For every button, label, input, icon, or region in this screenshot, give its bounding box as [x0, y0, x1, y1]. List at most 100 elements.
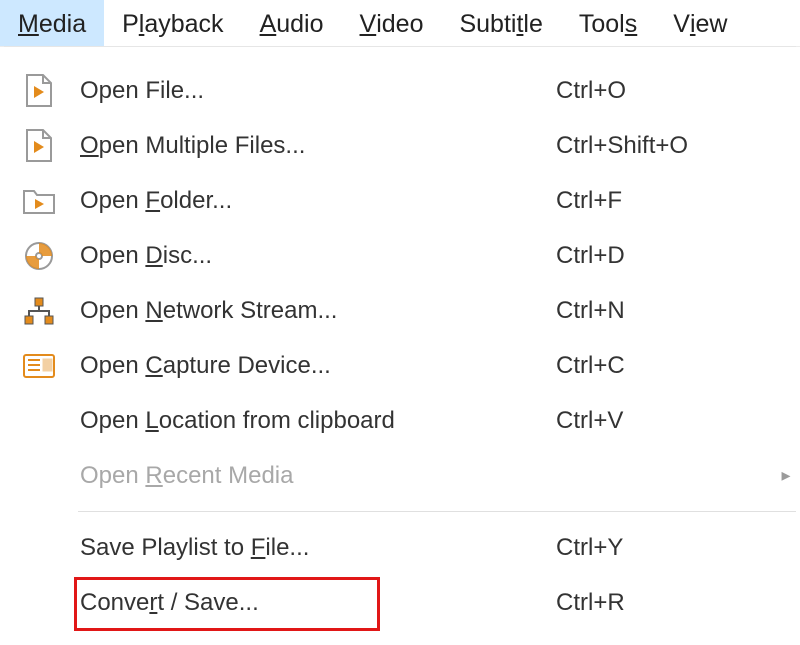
menu-item-shortcut: Ctrl+D: [556, 242, 776, 270]
menubar-item-video[interactable]: Video: [342, 0, 442, 46]
menu-item-label-pre: Open: [80, 242, 145, 269]
menu-item-label: Open File...: [74, 77, 556, 105]
menu-item-label-pre: Open: [80, 187, 145, 214]
menubar-item-playback[interactable]: Playback: [104, 0, 241, 46]
menu-item-label-mnemonic: N: [145, 297, 162, 324]
menubar-item-post: ayback: [144, 10, 223, 39]
menubar-item-mnemonic: t: [516, 10, 523, 39]
file-play-icon: [24, 74, 54, 108]
no-icon: [24, 461, 54, 491]
menubar: MediaPlaybackAudioVideoSubtitleToolsView: [0, 0, 800, 47]
menu-item-label-post: older...: [160, 187, 232, 214]
menubar-item-post: ew: [696, 10, 728, 39]
menu-item-label-mnemonic: R: [145, 462, 162, 489]
menu-item-icon-cell: [4, 129, 74, 163]
network-icon: [22, 296, 56, 326]
menu-item-icon-cell: [4, 588, 74, 618]
menubar-item-post: edia: [39, 10, 86, 39]
menubar-item-audio[interactable]: Audio: [242, 0, 342, 46]
menu-item-shortcut: Ctrl+F: [556, 187, 776, 215]
menu-item-label-pre: Open: [80, 462, 145, 489]
menu-item-label-pre: Open File...: [80, 77, 204, 104]
menu-item-label-mnemonic: F: [145, 187, 160, 214]
menu-item-label-mnemonic: L: [145, 407, 158, 434]
menubar-item-tools[interactable]: Tools: [561, 0, 655, 46]
menu-item-label-post: pen Multiple Files...: [99, 132, 306, 159]
no-icon: [24, 406, 54, 436]
menu-item-label-post: t / Save...: [157, 589, 258, 616]
folder-play-icon: [22, 187, 56, 215]
menu-item-open-recent-media: Open Recent Media ▸: [4, 448, 796, 503]
menu-item-label: Convert / Save...: [74, 589, 556, 617]
menu-item-shortcut: Ctrl+C: [556, 352, 776, 380]
no-icon: [24, 588, 54, 618]
menu-item-shortcut: Ctrl+R: [556, 589, 776, 617]
menu-item-icon-cell: [4, 296, 74, 326]
menu-item-shortcut: Ctrl+O: [556, 77, 776, 105]
menu-item-open-location-from-clipboard[interactable]: Open Location from clipboardCtrl+V: [4, 393, 796, 448]
menubar-item-subtitle[interactable]: Subtitle: [441, 0, 560, 46]
menu-item-icon-cell: [4, 461, 74, 491]
menu-item-icon-cell: [4, 533, 74, 563]
menubar-item-pre: Tool: [579, 10, 625, 39]
menu-item-label-mnemonic: F: [251, 534, 266, 561]
menubar-item-pre: V: [673, 10, 690, 39]
menu-item-icon-cell: [4, 74, 74, 108]
menubar-item-post: ideo: [376, 10, 423, 39]
menubar-item-mnemonic: s: [625, 10, 638, 39]
menu-item-label: Open Folder...: [74, 187, 556, 215]
menu-item-label-pre: Save Playlist to: [80, 534, 251, 561]
menu-item-open-multiple-files[interactable]: Open Multiple Files...Ctrl+Shift+O: [4, 118, 796, 173]
menubar-item-media[interactable]: Media: [0, 0, 104, 46]
menu-item-open-network-stream[interactable]: Open Network Stream...Ctrl+N: [4, 283, 796, 338]
menu-item-label: Open Capture Device...: [74, 352, 556, 380]
menu-item-open-file[interactable]: Open File... Ctrl+O: [4, 63, 796, 118]
menu-item-label: Open Location from clipboard: [74, 407, 556, 435]
menu-item-label-mnemonic: D: [145, 242, 162, 269]
menu-item-convert-save[interactable]: Convert / Save...Ctrl+R: [4, 575, 796, 630]
menu-item-icon-cell: [4, 240, 74, 272]
menu-item-open-disc[interactable]: Open Disc...Ctrl+D: [4, 228, 796, 283]
menubar-item-mnemonic: V: [360, 10, 377, 39]
menu-item-label-post: apture Device...: [163, 352, 331, 379]
menu-item-label-pre: Open: [80, 352, 145, 379]
menu-separator: [78, 511, 796, 512]
menu-item-icon-cell: [4, 353, 74, 379]
file-play-icon: [24, 129, 54, 163]
menu-item-label-mnemonic: C: [145, 352, 162, 379]
menu-item-label: Open Network Stream...: [74, 297, 556, 325]
menu-item-open-capture-device[interactable]: Open Capture Device...Ctrl+C: [4, 338, 796, 393]
no-icon: [24, 533, 54, 563]
disc-icon: [23, 240, 55, 272]
menu-item-label-pre: Open: [80, 297, 145, 324]
capture-device-icon: [22, 353, 56, 379]
submenu-arrow-icon: ▸: [776, 465, 796, 486]
menu-item-shortcut: Ctrl+V: [556, 407, 776, 435]
menubar-item-pre: Subti: [459, 10, 516, 39]
menu-item-shortcut: Ctrl+Y: [556, 534, 776, 562]
menu-item-label: Save Playlist to File...: [74, 534, 556, 562]
menu-item-shortcut: Ctrl+N: [556, 297, 776, 325]
menu-item-icon-cell: [4, 406, 74, 436]
menu-item-save-playlist-to-file[interactable]: Save Playlist to File...Ctrl+Y: [4, 520, 796, 575]
menubar-item-post: udio: [276, 10, 323, 39]
menu-item-label-pre: Open: [80, 407, 145, 434]
menu-item-shortcut: Ctrl+Shift+O: [556, 132, 776, 160]
menu-item-label-mnemonic: O: [80, 132, 99, 159]
menu-item-label-post: etwork Stream...: [163, 297, 338, 324]
menu-item-label: Open Disc...: [74, 242, 556, 270]
menu-item-label-post: ocation from clipboard: [159, 407, 395, 434]
menubar-item-post: le: [523, 10, 542, 39]
menubar-item-view[interactable]: View: [655, 0, 745, 46]
media-menu-dropdown: Open File... Ctrl+O Open Multiple Files..…: [4, 46, 796, 630]
menu-item-label: Open Recent Media: [74, 462, 556, 490]
menu-item-open-folder[interactable]: Open Folder...Ctrl+F: [4, 173, 796, 228]
menubar-item-mnemonic: A: [260, 10, 277, 39]
menu-item-label-post: ile...: [265, 534, 309, 561]
menu-item-label-post: isc...: [163, 242, 212, 269]
menubar-item-pre: P: [122, 10, 139, 39]
menu-item-icon-cell: [4, 187, 74, 215]
menubar-item-mnemonic: M: [18, 10, 39, 39]
menu-item-label-post: ecent Media: [163, 462, 294, 489]
menu-item-label: Open Multiple Files...: [74, 132, 556, 160]
